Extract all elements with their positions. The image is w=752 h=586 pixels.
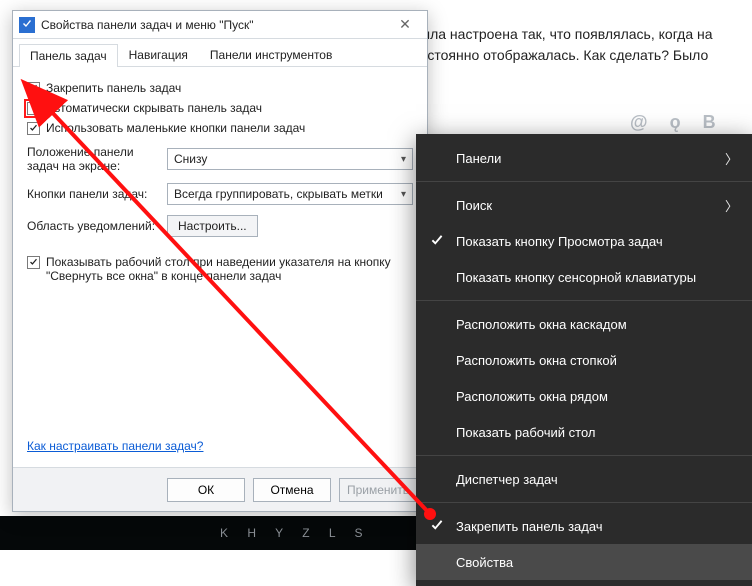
- tab-navigation[interactable]: Навигация: [118, 43, 199, 66]
- ctx-desktop-label: Показать рабочий стол: [456, 425, 595, 440]
- ctx-side-label: Расположить окна рядом: [456, 389, 608, 404]
- chevron-right-icon: 〉: [725, 149, 738, 168]
- check-icon: [430, 519, 444, 533]
- label-autohide: Автоматически скрывать панель задач: [46, 101, 262, 115]
- tab-taskbar[interactable]: Панель задач: [19, 44, 118, 67]
- select-position[interactable]: Снизу ▾: [167, 148, 413, 170]
- window-title: Свойства панели задач и меню "Пуск": [41, 18, 387, 32]
- dialog-footer: ОК Отмена Применить: [13, 467, 427, 511]
- ctx-cascade-label: Расположить окна каскадом: [456, 317, 627, 332]
- ok-icon[interactable]: ǫ: [670, 112, 681, 133]
- ctx-search[interactable]: Поиск 〉: [416, 187, 752, 223]
- taskbar-context-menu: Панели 〉 Поиск 〉 Показать кнопку Просмот…: [416, 134, 752, 586]
- ctx-desktop[interactable]: Показать рабочий стол: [416, 414, 752, 450]
- ctx-taskview[interactable]: Показать кнопку Просмотра задач: [416, 223, 752, 259]
- select-position-value: Снизу: [174, 152, 207, 166]
- apply-button[interactable]: Применить: [339, 478, 417, 502]
- ctx-properties[interactable]: Свойства: [416, 544, 752, 580]
- ctx-panels-label: Панели: [456, 151, 501, 166]
- select-buttons[interactable]: Всегда группировать, скрывать метки ▾: [167, 183, 413, 205]
- social-icons: @ ǫ В: [630, 112, 716, 133]
- ctx-stack[interactable]: Расположить окна стопкой: [416, 342, 752, 378]
- dialog-body: Закрепить панель задач Автоматически скр…: [13, 67, 427, 463]
- ctx-touchkb[interactable]: Показать кнопку сенсорной клавиатуры: [416, 259, 752, 295]
- chevron-down-icon: ▾: [401, 154, 406, 165]
- separator: [416, 300, 752, 301]
- close-button[interactable]: ✕: [387, 13, 423, 37]
- checkbox-lock-taskbar[interactable]: [27, 82, 40, 95]
- ctx-search-label: Поиск: [456, 198, 492, 213]
- system-icon: [19, 17, 35, 33]
- titlebar[interactable]: Свойства панели задач и меню "Пуск" ✕: [13, 11, 427, 39]
- separator: [416, 502, 752, 503]
- ctx-panels[interactable]: Панели 〉: [416, 140, 752, 176]
- ctx-taskview-label: Показать кнопку Просмотра задач: [456, 234, 663, 249]
- label-small-buttons: Использовать маленькие кнопки панели зад…: [46, 121, 305, 135]
- separator: [416, 455, 752, 456]
- tab-toolbars[interactable]: Панели инструментов: [199, 43, 343, 66]
- chevron-right-icon: 〉: [725, 196, 738, 215]
- taskbar-properties-dialog: Свойства панели задач и меню "Пуск" ✕ Па…: [12, 10, 428, 512]
- background-article-text: была настроена так, что появлялась, когд…: [412, 24, 744, 66]
- select-buttons-value: Всегда группировать, скрывать метки: [174, 187, 383, 201]
- label-notifications: Область уведомлений:: [27, 219, 167, 233]
- checkbox-autohide[interactable]: [27, 102, 40, 115]
- separator: [416, 181, 752, 182]
- label-position: Положение панели задач на экране:: [27, 145, 167, 173]
- ctx-lock-label: Закрепить панель задач: [456, 519, 603, 534]
- label-buttons: Кнопки панели задач:: [27, 187, 167, 201]
- check-icon: [430, 234, 444, 248]
- label-peek: Показывать рабочий стол при наведении ук…: [46, 255, 413, 283]
- ctx-taskmgr[interactable]: Диспетчер задач: [416, 461, 752, 497]
- vk-icon[interactable]: В: [703, 112, 716, 133]
- chevron-down-icon: ▾: [401, 189, 406, 200]
- at-icon[interactable]: @: [630, 112, 648, 133]
- label-lock-taskbar: Закрепить панель задач: [46, 81, 181, 95]
- ctx-side[interactable]: Расположить окна рядом: [416, 378, 752, 414]
- configure-notifications-button[interactable]: Настроить...: [167, 215, 258, 237]
- checkbox-small-buttons[interactable]: [27, 122, 40, 135]
- ctx-touchkb-label: Показать кнопку сенсорной клавиатуры: [456, 270, 696, 285]
- ctx-cascade[interactable]: Расположить окна каскадом: [416, 306, 752, 342]
- ctx-properties-label: Свойства: [456, 555, 513, 570]
- ctx-stack-label: Расположить окна стопкой: [456, 353, 617, 368]
- help-link[interactable]: Как настраивать панели задач?: [27, 439, 203, 453]
- cancel-button[interactable]: Отмена: [253, 478, 331, 502]
- ok-button[interactable]: ОК: [167, 478, 245, 502]
- checkbox-peek[interactable]: [27, 256, 40, 269]
- tabstrip: Панель задач Навигация Панели инструмент…: [13, 39, 427, 67]
- ctx-taskmgr-label: Диспетчер задач: [456, 472, 558, 487]
- ctx-lock[interactable]: Закрепить панель задач: [416, 508, 752, 544]
